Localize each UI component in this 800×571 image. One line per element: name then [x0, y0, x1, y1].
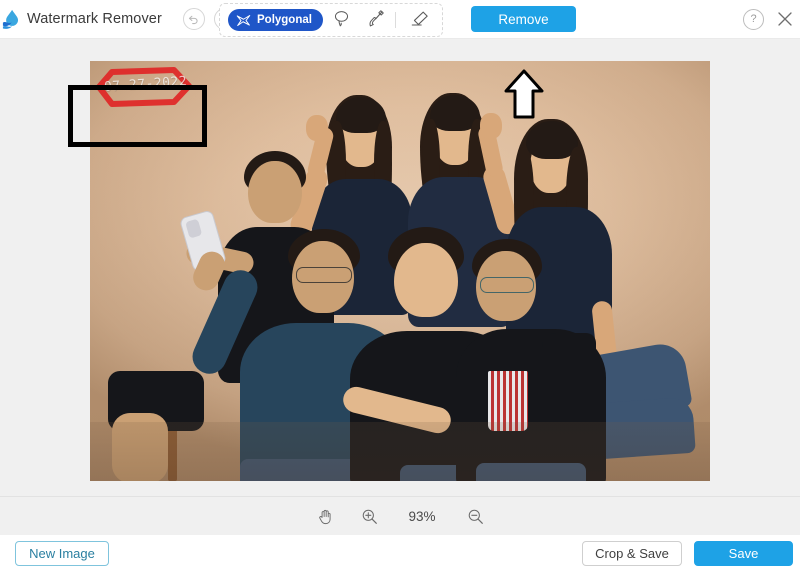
zoom-level-value: 93% — [408, 508, 436, 524]
toolbar-divider — [394, 12, 396, 28]
water-drop-wave-logo-icon — [2, 8, 24, 30]
app-window: Watermark Remover Polygonal Remove ? 07-… — [0, 0, 800, 571]
hand-pan-icon[interactable] — [315, 506, 335, 526]
tool-brush-button[interactable] — [361, 6, 391, 34]
eyeglasses — [296, 267, 352, 283]
tool-lasso-button[interactable] — [327, 6, 357, 34]
bottom-action-bar: New Image Crop & Save Save — [0, 535, 800, 571]
eraser-icon — [409, 9, 429, 32]
brush-icon — [366, 9, 385, 31]
lasso-icon — [332, 9, 351, 31]
zoom-in-magnifier-icon[interactable] — [359, 506, 379, 526]
new-image-button[interactable]: New Image — [15, 540, 109, 566]
question-mark-icon[interactable]: ? — [743, 8, 764, 30]
save-button[interactable]: Save — [694, 540, 793, 566]
window-controls: ? — [743, 0, 794, 38]
app-title: Watermark Remover — [27, 11, 162, 27]
tool-eraser-button[interactable] — [404, 6, 434, 34]
editor-canvas[interactable]: 07-27-2022 — [0, 39, 800, 496]
tool-polygonal-button[interactable]: Polygonal — [228, 9, 323, 31]
highlight-box-annotation — [68, 85, 207, 147]
up-arrow-annotation-icon — [504, 69, 544, 119]
remove-button[interactable]: Remove — [471, 6, 576, 32]
zoom-toolbar: 93% — [0, 496, 800, 535]
app-brand: Watermark Remover — [0, 8, 162, 30]
eyeglasses-2 — [480, 277, 534, 293]
tool-group: Polygonal — [219, 3, 443, 37]
polygonal-lasso-icon — [236, 14, 251, 27]
zoom-out-magnifier-icon[interactable] — [465, 506, 485, 526]
close-x-icon[interactable] — [776, 10, 794, 28]
top-toolbar: Watermark Remover Polygonal Remove ? — [0, 0, 800, 39]
undo-arrow-icon[interactable] — [182, 8, 205, 30]
tool-polygonal-label: Polygonal — [257, 14, 312, 26]
crop-and-save-button[interactable]: Crop & Save — [582, 540, 682, 566]
photo-floor — [90, 422, 710, 481]
